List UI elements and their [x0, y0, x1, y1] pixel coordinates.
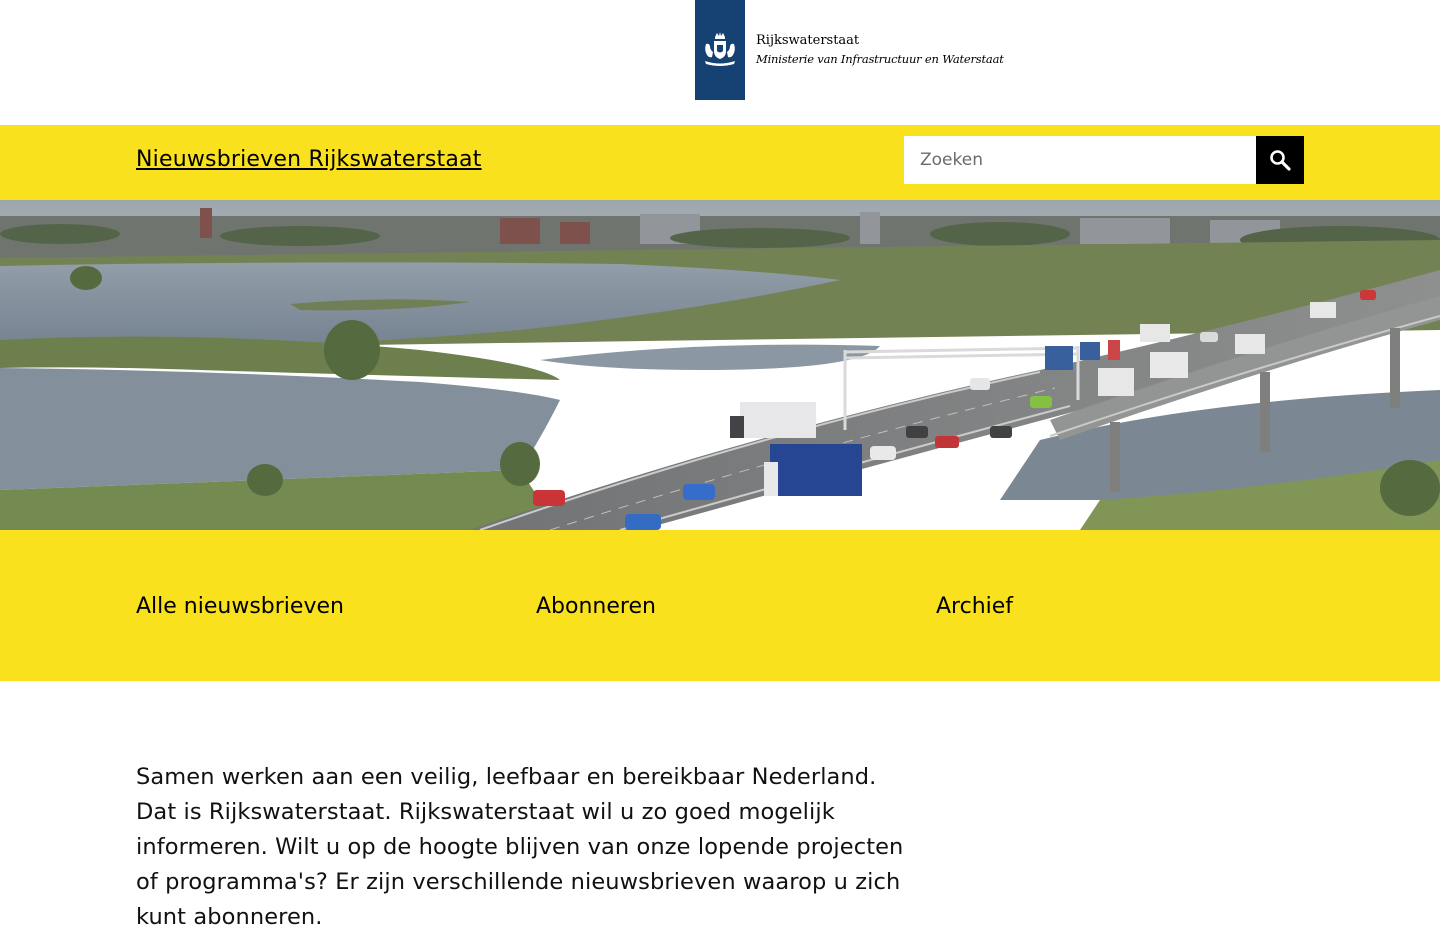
rijksoverheid-emblem-icon: [695, 0, 745, 100]
search-icon: [1270, 150, 1291, 171]
logo-header: Rijkswaterstaat Ministerie van Infrastru…: [0, 0, 1440, 125]
nav-item-alle-nieuwsbrieven[interactable]: Alle nieuwsbrieven: [136, 594, 344, 619]
logo-link[interactable]: Rijkswaterstaat Ministerie van Infrastru…: [695, 0, 1004, 100]
nav-item-archief[interactable]: Archief: [936, 594, 1013, 619]
site-title[interactable]: Nieuwsbrieven Rijkswaterstaat: [136, 147, 482, 172]
newsletter-nav: Alle nieuwsbrieven Abonneren Archief: [0, 530, 1440, 681]
hero-photo-icon: [0, 200, 1440, 530]
logo-wordmark: Rijkswaterstaat Ministerie van Infrastru…: [756, 32, 1004, 68]
site-bar: Nieuwsbrieven Rijkswaterstaat: [0, 125, 1440, 200]
search-input[interactable]: [904, 136, 1256, 184]
search-button[interactable]: [1256, 136, 1304, 184]
intro-paragraph: Samen werken aan een veilig, leefbaar en…: [136, 764, 904, 930]
hero-image: [0, 200, 1440, 530]
search-form: [904, 136, 1304, 184]
nav-item-abonneren[interactable]: Abonneren: [536, 594, 656, 619]
logo-organization: Rijkswaterstaat: [756, 33, 860, 48]
logo-ministry: Ministerie van Infrastructuur en Waterst…: [756, 52, 1004, 66]
